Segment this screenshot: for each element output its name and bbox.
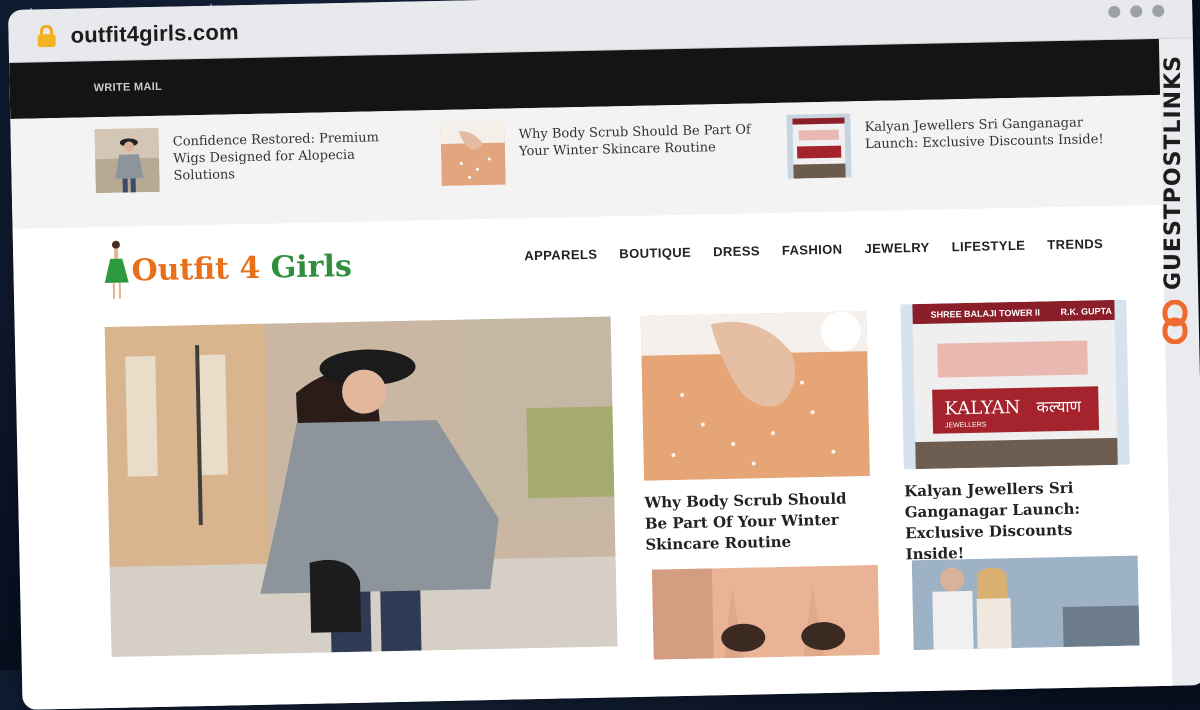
lock-icon [37, 24, 56, 48]
article-title[interactable]: Kalyan Jewellers Sri Ganganagar Launch: … [904, 477, 1126, 566]
window-dot-icon[interactable] [1108, 5, 1121, 18]
store-sign-owner: R.K. GUPTA [1060, 306, 1112, 317]
window-dot-icon[interactable] [1152, 4, 1165, 18]
ticker-title[interactable]: Confidence Restored: Premium Wigs Design… [173, 129, 416, 192]
main-nav: APPARELS BOUTIQUE DRESS FASHION JEWELRY … [524, 236, 1103, 263]
article-image[interactable] [911, 555, 1140, 651]
site-logo[interactable]: Outfit 4 Girls [103, 234, 353, 303]
url-text[interactable]: outfit4girls.com [70, 19, 239, 49]
article-title[interactable]: Why Body Scrub Should Be Part Of Your Wi… [644, 488, 865, 556]
nav-dress[interactable]: DRESS [713, 243, 760, 259]
browser-window: outfit4girls.com WRITE MAIL Confidence R… [0, 0, 1200, 710]
store-brand-sub: JEWELLERS [945, 422, 987, 430]
web-page: WRITE MAIL Confidence Restored: Premium … [9, 38, 1173, 710]
nav-lifestyle[interactable]: LIFESTYLE [951, 238, 1025, 255]
nav-apparels[interactable]: APPARELS [524, 247, 597, 264]
guestpostlinks-badge: GUESTPOSTLINKS [1161, 55, 1186, 290]
dress-figure-icon [104, 240, 129, 299]
article-image[interactable] [651, 564, 880, 660]
ticker-title[interactable]: Kalyan Jewellers Sri Ganganagar Launch: … [864, 114, 1107, 177]
window-dot-icon[interactable] [1130, 5, 1143, 18]
nav-fashion[interactable]: FASHION [782, 242, 843, 258]
ticker-title[interactable]: Why Body Scrub Should Be Part Of Your Wi… [519, 121, 762, 184]
store-brand-hindi: कल्याण [1036, 397, 1081, 417]
logo-text-green: Girls [270, 248, 353, 286]
nav-jewelry[interactable]: JEWELRY [864, 240, 929, 256]
article-image[interactable] [640, 311, 870, 481]
ticker-item[interactable]: Why Body Scrub Should Be Part Of Your Wi… [440, 115, 761, 186]
ticker-item[interactable]: Confidence Restored: Premium Wigs Design… [94, 123, 416, 194]
ticker-thumbnail[interactable] [94, 127, 160, 194]
ticker-thumbnail[interactable] [786, 113, 852, 179]
hero-image[interactable] [104, 316, 618, 657]
browser-frame: outfit4girls.com WRITE MAIL Confidence R… [8, 0, 1200, 710]
nav-trends[interactable]: TRENDS [1047, 236, 1103, 252]
store-brand: KALYAN [944, 397, 1020, 420]
article-image[interactable]: SHREE BALAJI TOWER II R.K. GUPTA KALYAN … [900, 299, 1130, 470]
ticker-thumbnail[interactable] [440, 120, 506, 186]
article-card[interactable]: Why Body Scrub Should Be Part Of Your Wi… [640, 311, 872, 556]
write-mail-link[interactable]: WRITE MAIL [94, 81, 163, 94]
logo-text-orange: Outfit 4 [131, 250, 272, 288]
nav-boutique[interactable]: BOUTIQUE [619, 245, 691, 262]
window-controls [1108, 4, 1165, 18]
chain-link-icon [1162, 300, 1188, 344]
article-card[interactable]: SHREE BALAJI TOWER II R.K. GUPTA KALYAN … [900, 299, 1131, 566]
ticker-item[interactable]: Kalyan Jewellers Sri Ganganagar Launch: … [786, 108, 1107, 179]
